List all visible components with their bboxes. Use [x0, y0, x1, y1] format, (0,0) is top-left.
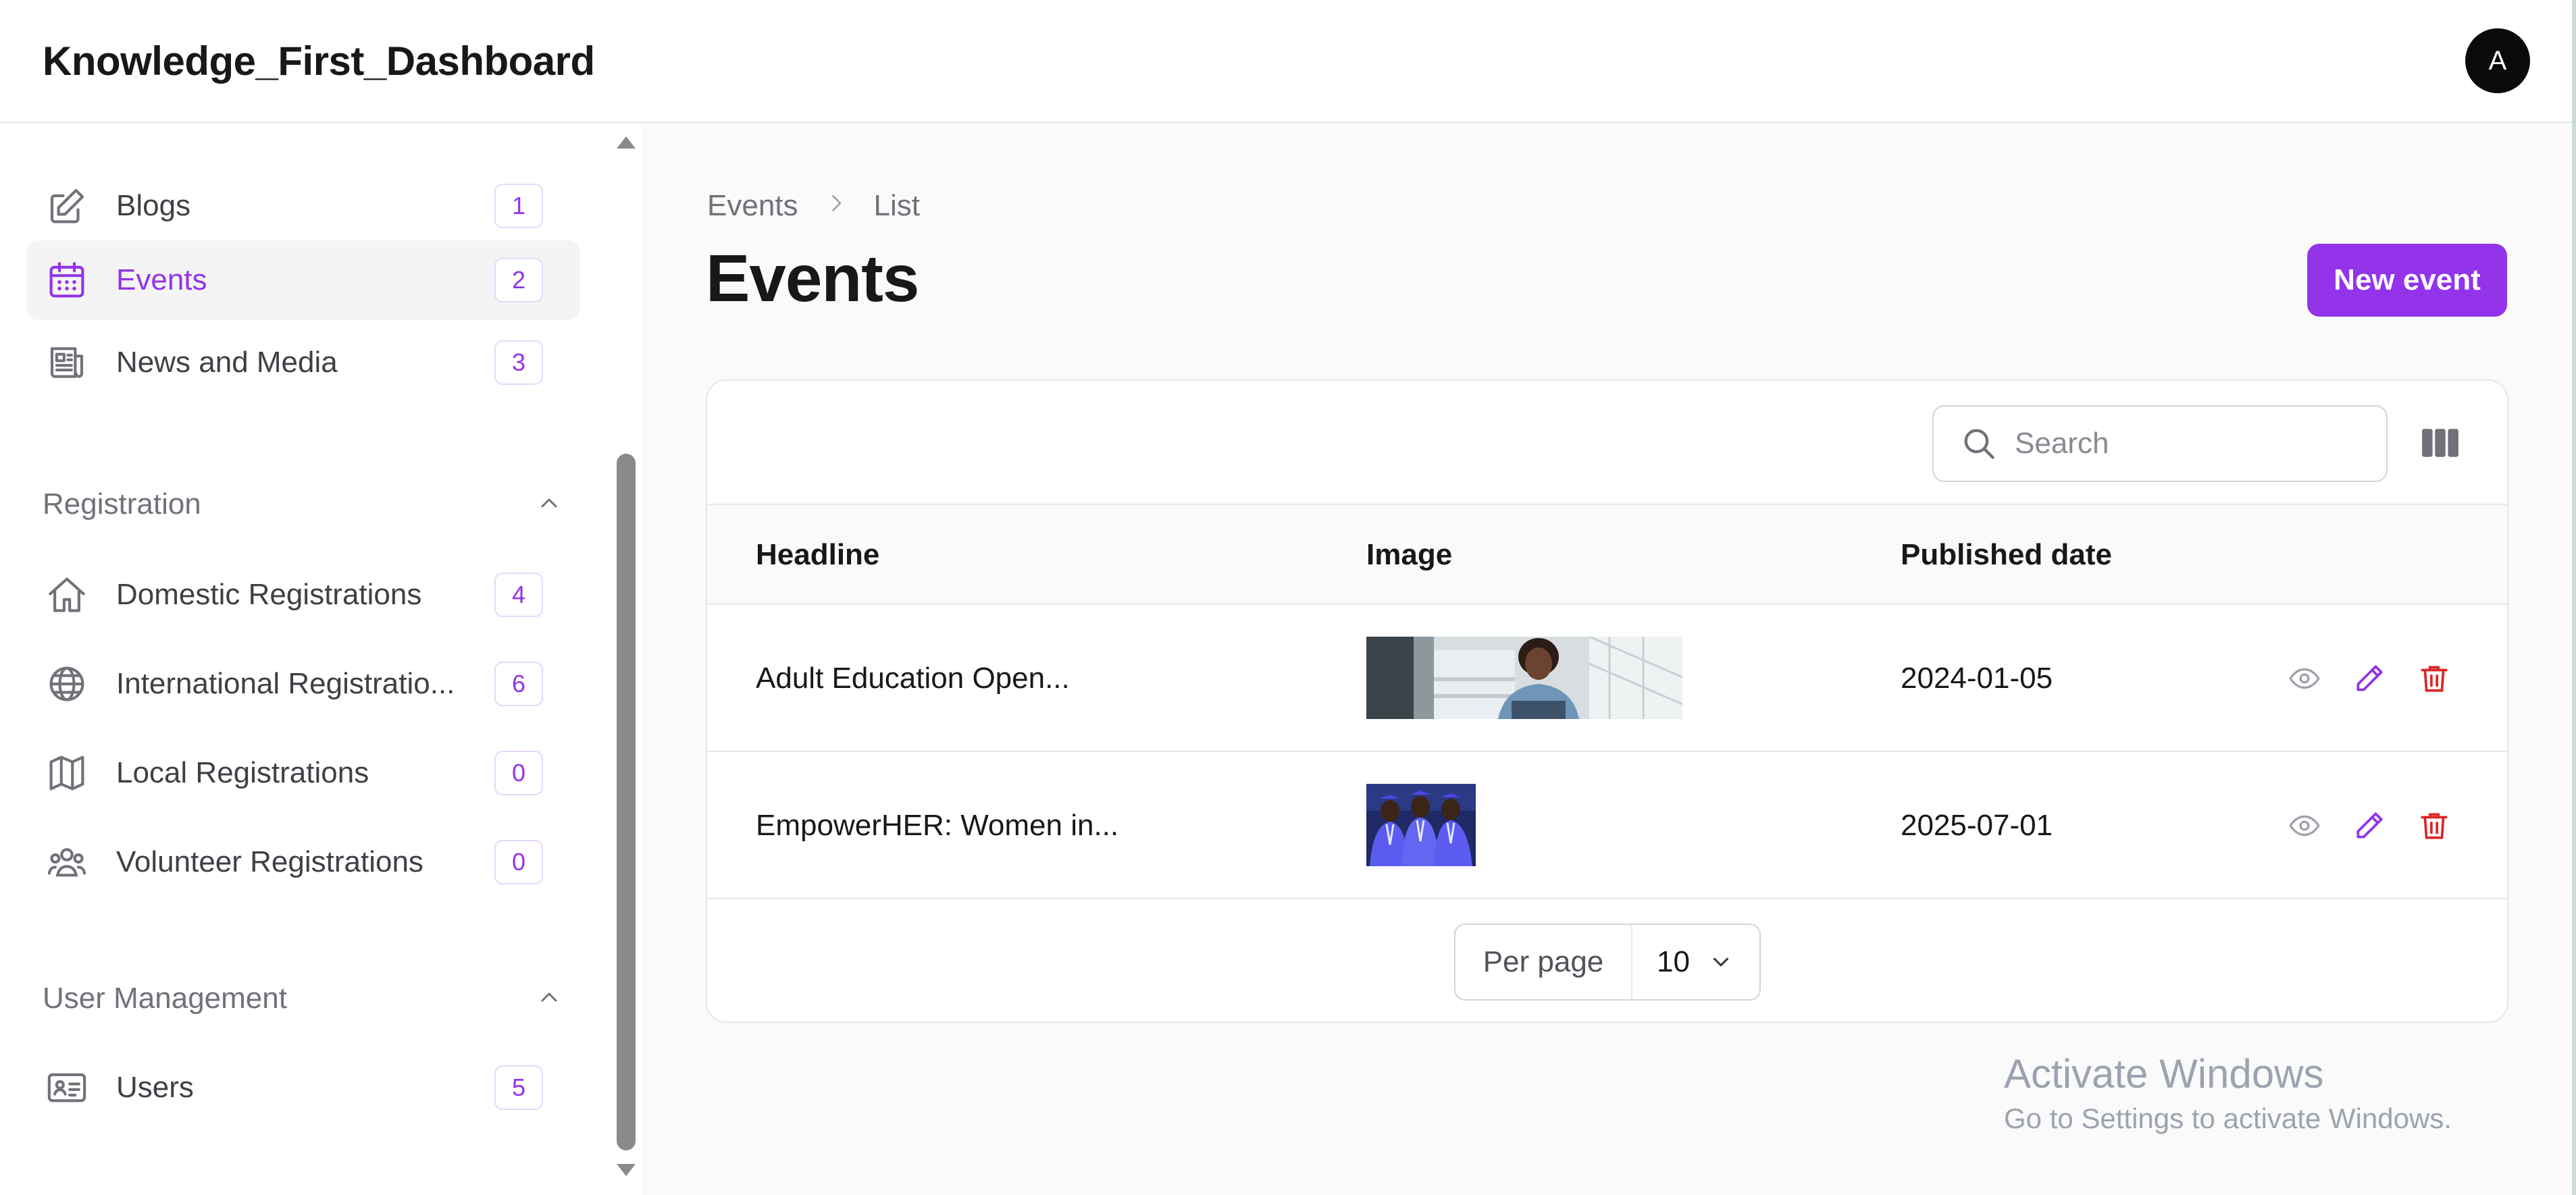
sidebar-item-label: Domestic Registrations: [116, 578, 422, 611]
activate-windows-watermark: Activate Windows Go to Settings to activ…: [2004, 1051, 2452, 1135]
count-badge: 0: [494, 840, 543, 884]
group-label: Registration: [43, 487, 201, 521]
column-header-headline[interactable]: Headline: [756, 505, 879, 605]
newspaper-icon: [43, 339, 91, 386]
sidebar-item-label: Local Registrations: [116, 756, 369, 789]
table-row[interactable]: Adult Education Open... 2024-01-05: [707, 605, 2507, 752]
user-group-icon: [43, 839, 91, 886]
search-icon: [1964, 429, 1994, 459]
watermark-title: Activate Windows: [2004, 1051, 2324, 1096]
published-date-cell: 2025-07-01: [1901, 809, 2053, 842]
sidebar-item-label: Users: [116, 1071, 194, 1104]
delete-trash-icon[interactable]: [2417, 662, 2451, 695]
globe-icon: [43, 660, 91, 708]
sidebar-item-label: Blogs: [116, 189, 191, 222]
chevron-down-icon: [1713, 957, 1729, 967]
calendar-icon: [43, 257, 91, 304]
delete-trash-icon[interactable]: [2417, 809, 2451, 843]
count-badge: 5: [494, 1065, 543, 1110]
headline-cell: EmpowerHER: Women in...: [756, 809, 1119, 842]
group-label: User Management: [43, 982, 287, 1015]
count-badge: 4: [494, 573, 543, 617]
pencil-square-icon: [43, 182, 91, 230]
breadcrumb-list: List: [873, 189, 920, 222]
event-image: [1366, 637, 1682, 719]
page-title: Events: [706, 241, 919, 315]
table-toolbar: [707, 381, 2507, 505]
sidebar-item-news-and-media[interactable]: News and Media 3: [26, 323, 580, 402]
column-header-image[interactable]: Image: [1366, 505, 1452, 605]
per-page-value: 10: [1657, 945, 1690, 978]
events-table: Headline Image Published date Adult Educ…: [706, 379, 2508, 1023]
count-badge: 6: [494, 662, 543, 706]
search-box[interactable]: [1932, 405, 2388, 482]
scroll-up-arrow-icon[interactable]: [617, 136, 636, 149]
table-row[interactable]: EmpowerHER: Women in... 2025-07-01: [707, 752, 2507, 899]
sidebar: Blogs 1 Events 2 News and Media 3 Regist…: [0, 124, 642, 1195]
map-icon: [43, 749, 91, 797]
home-icon: [43, 571, 91, 618]
group-registration[interactable]: Registration: [43, 487, 563, 521]
chevron-right-icon: [798, 189, 874, 223]
sidebar-item-users[interactable]: Users 5: [26, 1048, 580, 1127]
breadcrumb-events[interactable]: Events: [707, 189, 798, 223]
sidebar-item-blogs[interactable]: Blogs 1: [26, 166, 580, 246]
window-edge: [2572, 0, 2576, 1195]
sidebar-item-domestic-registrations[interactable]: Domestic Registrations 4: [26, 555, 580, 635]
top-bar: Knowledge_First_Dashboard A: [0, 0, 2576, 123]
sidebar-item-label: Volunteer Registrations: [116, 845, 423, 878]
edit-pencil-icon[interactable]: [2352, 809, 2386, 843]
scroll-down-arrow-icon[interactable]: [617, 1164, 636, 1176]
sidebar-item-label: International Registratio...: [116, 667, 455, 700]
row-actions: [2288, 752, 2482, 899]
sidebar-item-international-registrations[interactable]: International Registratio... 6: [26, 644, 580, 724]
breadcrumb: Events List: [707, 189, 920, 223]
chevron-up-icon[interactable]: [536, 984, 563, 1014]
sidebar-item-events[interactable]: Events 2: [26, 240, 580, 320]
scrollbar-thumb[interactable]: [617, 454, 636, 1150]
group-user-management[interactable]: User Management: [43, 982, 563, 1015]
count-badge: 0: [494, 751, 543, 795]
sidebar-item-volunteer-registrations[interactable]: Volunteer Registrations 0: [26, 822, 580, 902]
row-actions: [2288, 605, 2482, 752]
count-badge: 3: [494, 340, 543, 385]
sidebar-item-label: Events: [116, 263, 207, 296]
sidebar-item-local-registrations[interactable]: Local Registrations 0: [26, 733, 580, 813]
column-header-published-date[interactable]: Published date: [1901, 505, 2112, 605]
per-page-label: Per page: [1456, 925, 1632, 999]
headline-cell: Adult Education Open...: [756, 662, 1070, 695]
count-badge: 2: [494, 258, 543, 302]
new-event-button[interactable]: New event: [2307, 244, 2507, 317]
search-input[interactable]: [2015, 427, 2366, 460]
published-date-cell: 2024-01-05: [1901, 662, 2053, 695]
view-eye-icon[interactable]: [2288, 662, 2321, 695]
id-card-icon: [43, 1064, 91, 1111]
watermark-subtitle: Go to Settings to activate Windows.: [2004, 1103, 2452, 1134]
app-title[interactable]: Knowledge_First_Dashboard: [43, 38, 595, 84]
sidebar-item-label: News and Media: [116, 346, 338, 379]
count-badge: 1: [494, 184, 543, 228]
view-eye-icon[interactable]: [2288, 809, 2321, 843]
per-page-control: Per page 10: [1454, 924, 1761, 1001]
event-image: [1366, 784, 1476, 866]
columns-toggle-icon[interactable]: [2421, 425, 2460, 460]
per-page-select[interactable]: 10: [1632, 945, 1759, 979]
table-header: Headline Image Published date: [707, 505, 2507, 605]
user-avatar[interactable]: A: [2465, 28, 2530, 93]
edit-pencil-icon[interactable]: [2352, 662, 2386, 695]
chevron-up-icon[interactable]: [536, 489, 563, 520]
